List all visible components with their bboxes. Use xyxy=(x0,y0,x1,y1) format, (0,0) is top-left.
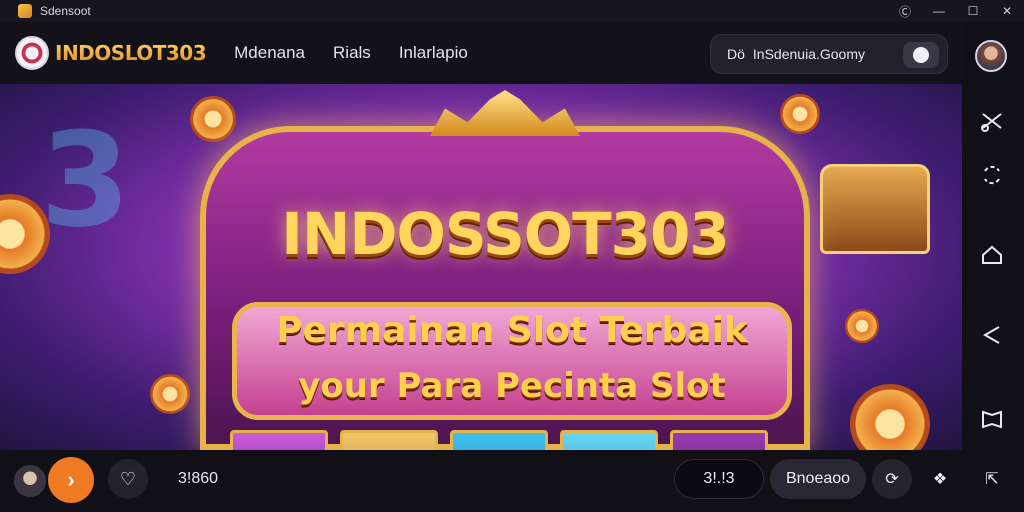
expand-icon[interactable]: ⇱ xyxy=(972,459,1012,499)
move-icon[interactable]: ❖ xyxy=(920,459,960,499)
search-input[interactable]: InSdenuia.Goomy xyxy=(753,46,865,62)
treasure-chest-icon xyxy=(820,164,930,254)
book-icon[interactable] xyxy=(979,406,1005,432)
hero-headline: INDOSSOT303 xyxy=(281,200,729,268)
casino-chip-icon xyxy=(850,384,930,450)
maximize-icon[interactable]: ☐ xyxy=(956,0,990,22)
play-button[interactable]: › xyxy=(48,457,94,503)
action-pill-button[interactable]: Bnoeaoo xyxy=(770,459,866,499)
casino-chip-icon xyxy=(190,96,236,142)
title-bar: Sdensoot Ⓒ — ☐ ✕ xyxy=(0,0,1024,22)
search-box[interactable]: Dö InSdenuia.Goomy xyxy=(710,34,948,74)
casino-chip-icon xyxy=(780,94,820,134)
bottom-bar: › ♡ 3!860 3!.!3 Bnoeaoo ⟳ ❖ ⇱ xyxy=(0,450,1024,512)
right-sidebar xyxy=(962,22,1024,450)
game-card[interactable] xyxy=(450,430,548,450)
bet-amount-pill[interactable]: 3!.!3 xyxy=(674,459,764,499)
main-nav: Mdenana Rials Inlarlapio xyxy=(234,43,468,63)
casino-chip-icon xyxy=(150,374,190,414)
hero-tagline-1: Permainan Slot Terbaik xyxy=(276,310,748,351)
search-toggle-button[interactable] xyxy=(903,42,939,68)
game-card[interactable] xyxy=(670,430,768,450)
top-header: INDOSLOT303 Mdenana Rials Inlarlapio Dö … xyxy=(0,22,962,84)
crown-ornament-icon xyxy=(430,90,580,136)
casino-chip-icon xyxy=(845,309,879,343)
app-icon xyxy=(18,4,32,18)
toggle-icon xyxy=(913,47,929,63)
loop-icon[interactable] xyxy=(979,162,1005,188)
home-icon[interactable] xyxy=(979,242,1005,268)
nav-item-inlarlapio[interactable]: Inlarlapio xyxy=(399,43,468,63)
credit-count: 3!860 xyxy=(178,470,219,487)
background-neon-digit: 3 xyxy=(40,104,131,256)
game-card[interactable] xyxy=(340,430,438,450)
app-window: Sdensoot Ⓒ — ☐ ✕ INDOSLOT303 Mdenana Ria… xyxy=(0,0,1024,512)
nav-item-mdenana[interactable]: Mdenana xyxy=(234,43,305,63)
user-avatar[interactable] xyxy=(975,40,1007,72)
nav-item-rials[interactable]: Rials xyxy=(333,43,371,63)
close-icon[interactable]: ✕ xyxy=(990,0,1024,22)
hero-banner[interactable]: 3 INDOSSOT303 Permainan Slot Terbaik you… xyxy=(0,84,962,450)
window-controls: Ⓒ — ☐ ✕ xyxy=(888,0,1024,22)
game-card[interactable] xyxy=(230,430,328,450)
help-icon[interactable]: Ⓒ xyxy=(888,0,922,22)
minimize-icon[interactable]: — xyxy=(922,0,956,22)
heart-icon[interactable]: ♡ xyxy=(108,459,148,499)
game-card[interactable] xyxy=(560,430,658,450)
player-avatar[interactable] xyxy=(14,465,46,497)
scissors-icon[interactable] xyxy=(979,108,1005,134)
search-prefix: Dö xyxy=(727,46,745,62)
window-title: Sdensoot xyxy=(40,4,91,18)
share-icon[interactable] xyxy=(979,322,1005,348)
brand-logo[interactable]: INDOSLOT303 xyxy=(55,41,207,65)
game-cards-row xyxy=(230,430,768,450)
hero-tagline-2: your Para Pecinta Slot xyxy=(298,366,726,406)
refresh-icon[interactable]: ⟳ xyxy=(872,459,912,499)
logo-badge-icon[interactable] xyxy=(15,36,49,70)
